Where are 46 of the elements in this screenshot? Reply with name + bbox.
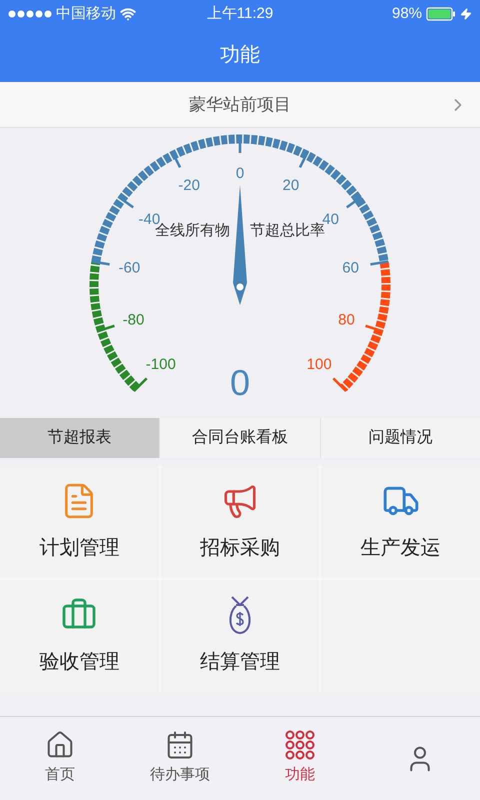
report-tab[interactable]: 问题情况 (320, 418, 480, 458)
report-tab[interactable]: 节超报表 (0, 418, 160, 458)
gauge-tick-label: 60 (342, 259, 359, 276)
module-tile[interactable]: 验收管理 (0, 580, 159, 692)
gauge-tick (346, 196, 362, 208)
battery-percent: 98% (392, 4, 422, 24)
battery-icon (426, 7, 456, 21)
home-icon (45, 730, 75, 760)
gauge-tick (370, 260, 388, 266)
gauge-tick (96, 324, 115, 333)
module-tile[interactable]: 结算管理 (160, 580, 320, 692)
charging-icon (460, 8, 472, 20)
gauge-tick-label: 40 (322, 211, 339, 228)
money-bag-icon (226, 595, 253, 635)
gauge-tick-label: 0 (236, 165, 244, 182)
nav-tab[interactable]: 功能 (240, 717, 360, 800)
gauge-tick (365, 324, 384, 333)
gauge-tick-label: -20 (178, 177, 200, 194)
report-tab[interactable]: 合同台账看板 (159, 418, 320, 458)
gauge-tick (332, 377, 347, 392)
status-time: 上午11:29 (206, 4, 274, 24)
gauge-tick (298, 150, 310, 168)
wifi-icon (120, 6, 136, 22)
project-selector[interactable]: 蒙华站前项目 (0, 82, 480, 128)
nav-tab[interactable]: 待办事项 (120, 717, 240, 800)
module-tile[interactable]: 计划管理 (0, 466, 159, 578)
gauge-tick-label: -60 (118, 259, 140, 276)
signal-icon (8, 10, 52, 18)
module-tile[interactable]: 招标采购 (160, 466, 320, 578)
gauge-title: 全线所有物 (155, 222, 230, 239)
gauge-title: 节超总比率 (250, 222, 325, 239)
module-tile[interactable]: 生产发运 (321, 466, 480, 578)
nav-tab[interactable]: 首页 (0, 717, 120, 800)
gauge-tick-label: -80 (122, 312, 144, 329)
gauge-tick-label: 100 (306, 356, 332, 374)
gauge-tick-label: -100 (146, 356, 176, 374)
carrier-name: 中国移动 (56, 4, 116, 24)
gauge-tick-label: 20 (282, 177, 300, 194)
gauge-tick (118, 196, 134, 208)
grid-dots-icon (285, 730, 315, 760)
page-title: 功能 (220, 43, 260, 68)
gauge-tick (92, 260, 110, 266)
calendar-icon (165, 730, 195, 760)
gauge-tick (133, 377, 148, 392)
gauge-tick-label: 80 (338, 312, 355, 329)
gauge-reading: 0 (230, 362, 250, 403)
